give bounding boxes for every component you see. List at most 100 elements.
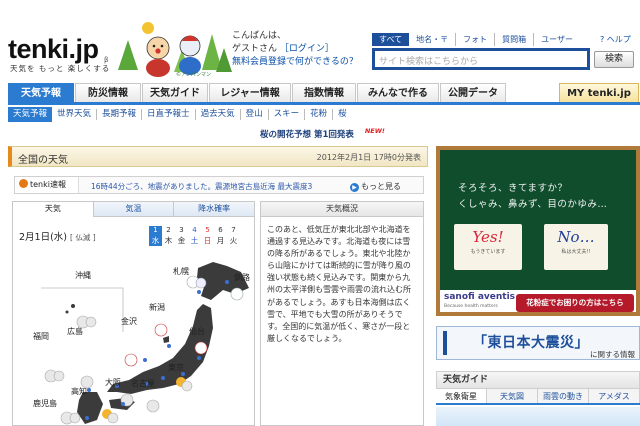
overview-title: 天気概況 [261,202,423,217]
cloud-icon [60,411,81,425]
sun-icon [142,22,154,34]
guide-tab-rain-cloud[interactable]: 雨雲の動き [538,389,589,403]
greeting-block: こんばんは、 ゲストさん ［ログイン］ 無料会員登録で何ができるの？ [232,30,358,69]
map-tabs: 天気 気温 降水確率 [13,202,254,217]
city-nagoya[interactable]: 名古屋 [131,378,155,389]
pollen-ad-banner[interactable]: そろそろ、きてますか？ くしゃみ、鼻みず、目のかゆみ… Yes! もうきています… [436,146,640,316]
sun-cloud-icon [102,409,119,424]
subnav-sakura[interactable]: 桜 [333,109,352,120]
guide-tab-chart[interactable]: 天気図 [487,389,538,403]
city-niigata[interactable]: 新潟 [149,302,165,313]
ad-no-sign: No… 私は大丈夫!! [544,224,608,270]
nav-index[interactable]: 指数情報 [292,83,356,102]
mascot-caption: ©アンパンマン [176,71,211,78]
pollen-help-button[interactable]: 花粉症でお困りの方はこちら [516,294,634,312]
subnav-forecaster[interactable]: 日直予報士 [142,109,196,120]
quake-more-link[interactable]: ▶ もっと見る [350,181,401,192]
search-input[interactable]: サイト検索はこちらから [372,48,590,70]
weather-guide-content [436,407,640,426]
greeting-text: こんばんは、 [232,31,287,41]
ad-no-text: No… [557,228,595,246]
city-tokyo[interactable]: 東京 [168,362,184,373]
snow-icon [124,353,138,367]
subnav-past[interactable]: 過去天気 [196,109,241,120]
city-kanazawa[interactable]: 金沢 [121,316,137,327]
help-icon: ? [600,35,605,44]
nav-my-tenki[interactable]: MY tenki.jp [559,83,639,102]
ad-yes-sign: Yes! もうきています [454,224,522,270]
search-tab-qa[interactable]: 質問箱 [495,33,535,46]
guide-tab-amedas[interactable]: アメダス [589,389,640,403]
map-date: 2月1日(水) [ 仏滅 ] [19,229,96,243]
quake-message[interactable]: 16時44分ごろ、地震がありました。震源地宮古島近海 最大震度3 [91,181,312,192]
banner-accent-bar [443,331,465,355]
cloud-icon [44,369,65,383]
okinawa-shape [71,304,75,308]
help-label: ヘルプ [606,35,631,44]
ad-line-2: くしゃみ、鼻みず、目のかゆみ… [458,199,608,210]
city-sendai[interactable]: 仙台 [189,326,205,337]
city-kushiro[interactable]: 釧路 [234,272,250,283]
search-button[interactable]: 検索 [594,51,634,68]
nav-disaster[interactable]: 防災情報 [75,83,141,102]
city-okinawa[interactable]: 沖縄 [75,270,91,281]
weather-icons [44,275,244,425]
nav-leisure[interactable]: レジャー情報 [209,83,291,102]
help-link[interactable]: ? ヘルプ [600,34,631,45]
map-tab-weather[interactable]: 天気 [13,202,94,217]
search-tab-all[interactable]: すべて [372,33,410,46]
ad-yes-sub: もうきています [470,249,506,255]
subnav-long-range[interactable]: 長期予報 [97,109,143,120]
map-tab-temperature[interactable]: 気温 [93,202,175,217]
map-tab-precip[interactable]: 降水確率 [174,202,254,217]
sakura-notice[interactable]: 桜の開花予想 第1回発表 NEW! [260,127,385,140]
city-kochi[interactable]: 高知 [71,386,87,397]
search-tab-place[interactable]: 地名・〒 [409,33,457,46]
nav-forecast[interactable]: 天気予報 [8,83,74,102]
earthquake-info-banner[interactable]: 「東日本大震災」 に関する情報 [436,326,640,360]
weather-guide-tabs: 気象衛星 天気図 雨雲の動き アメダス [436,389,640,405]
city-hiroshima[interactable]: 広島 [67,326,83,337]
subnav-mountain[interactable]: 登山 [241,109,269,120]
ad-no-sub: 私は大丈夫!! [561,249,591,255]
weather-overview: 天気概況 このあと、低気圧が東北北部や北海道を通過する見込みです。北海道も夜には… [260,201,424,426]
ad-brand-tagline: Because health matters [444,304,498,309]
guide-tab-satellite[interactable]: 気象衛星 [436,389,487,403]
quake-label: tenki速報 [15,177,79,193]
sun-cloud-icon [176,377,193,392]
banner-subtitle: に関する情報 [590,350,635,359]
subnav-forecast[interactable]: 天気予報 [8,107,53,122]
sub-navigation: 天気予報 世界天気 長期予報 日直予報士 過去天気 登山 スキー 花粉 桜 [8,107,352,122]
search-tab-photo[interactable]: フォト [456,33,496,46]
alert-icon [19,179,28,188]
register-link[interactable]: 無料会員登録で何ができるの？ [232,56,358,69]
city-osaka[interactable]: 大阪 [105,377,121,388]
main-navigation: 天気予報 防災情報 天気ガイド レジャー情報 指数情報 みんなで作る 公開データ… [8,83,640,105]
mascot-illustration: ©アンパンマン [118,22,232,78]
nav-community[interactable]: みんなで作る [357,83,439,102]
city-kagoshima[interactable]: 鹿児島 [33,398,57,409]
quake-label-text: tenki速報 [30,180,66,189]
overview-text: このあと、低気圧が東北北部や北海道を通過する見込みです。北海道も夜には雪の降る所… [267,225,411,343]
subnav-ski[interactable]: スキー [269,109,306,120]
city-sapporo[interactable]: 札幌 [173,266,189,277]
sado-shape [163,336,169,343]
arrow-right-icon: ▶ [350,183,359,192]
issue-time: 2012年2月1日 17時0分発表 [316,153,421,162]
banner-title: 「東日本大震災」 [473,335,589,351]
snow-icon [154,323,168,337]
nav-guide[interactable]: 天気ガイド [142,83,208,102]
weather-map-box: 天気 気温 降水確率 2月1日(水) [ 仏滅 ] 1水 2木 3金 4土 5日… [12,201,255,426]
weather-guide-header: 天気ガイド [436,371,640,389]
search-tab-user[interactable]: ユーザー [534,33,580,46]
nav-open-data[interactable]: 公開データ [440,83,506,102]
site-logo[interactable]: tenki.jp [8,34,99,65]
subnav-pollen[interactable]: 花粉 [305,109,334,120]
city-fukuoka[interactable]: 福岡 [33,331,49,342]
ad-footer: sanofi aventis Because health matters 花粉… [440,290,636,312]
forecast-panel-header: 全国の天気 2012年2月1日 17時0分発表 [8,146,428,167]
login-link[interactable]: ［ログイン］ [280,44,334,54]
subnav-world[interactable]: 世界天気 [52,109,98,120]
tree-icon [118,34,232,72]
ad-line-1: そろそろ、きてますか？ [458,183,568,194]
